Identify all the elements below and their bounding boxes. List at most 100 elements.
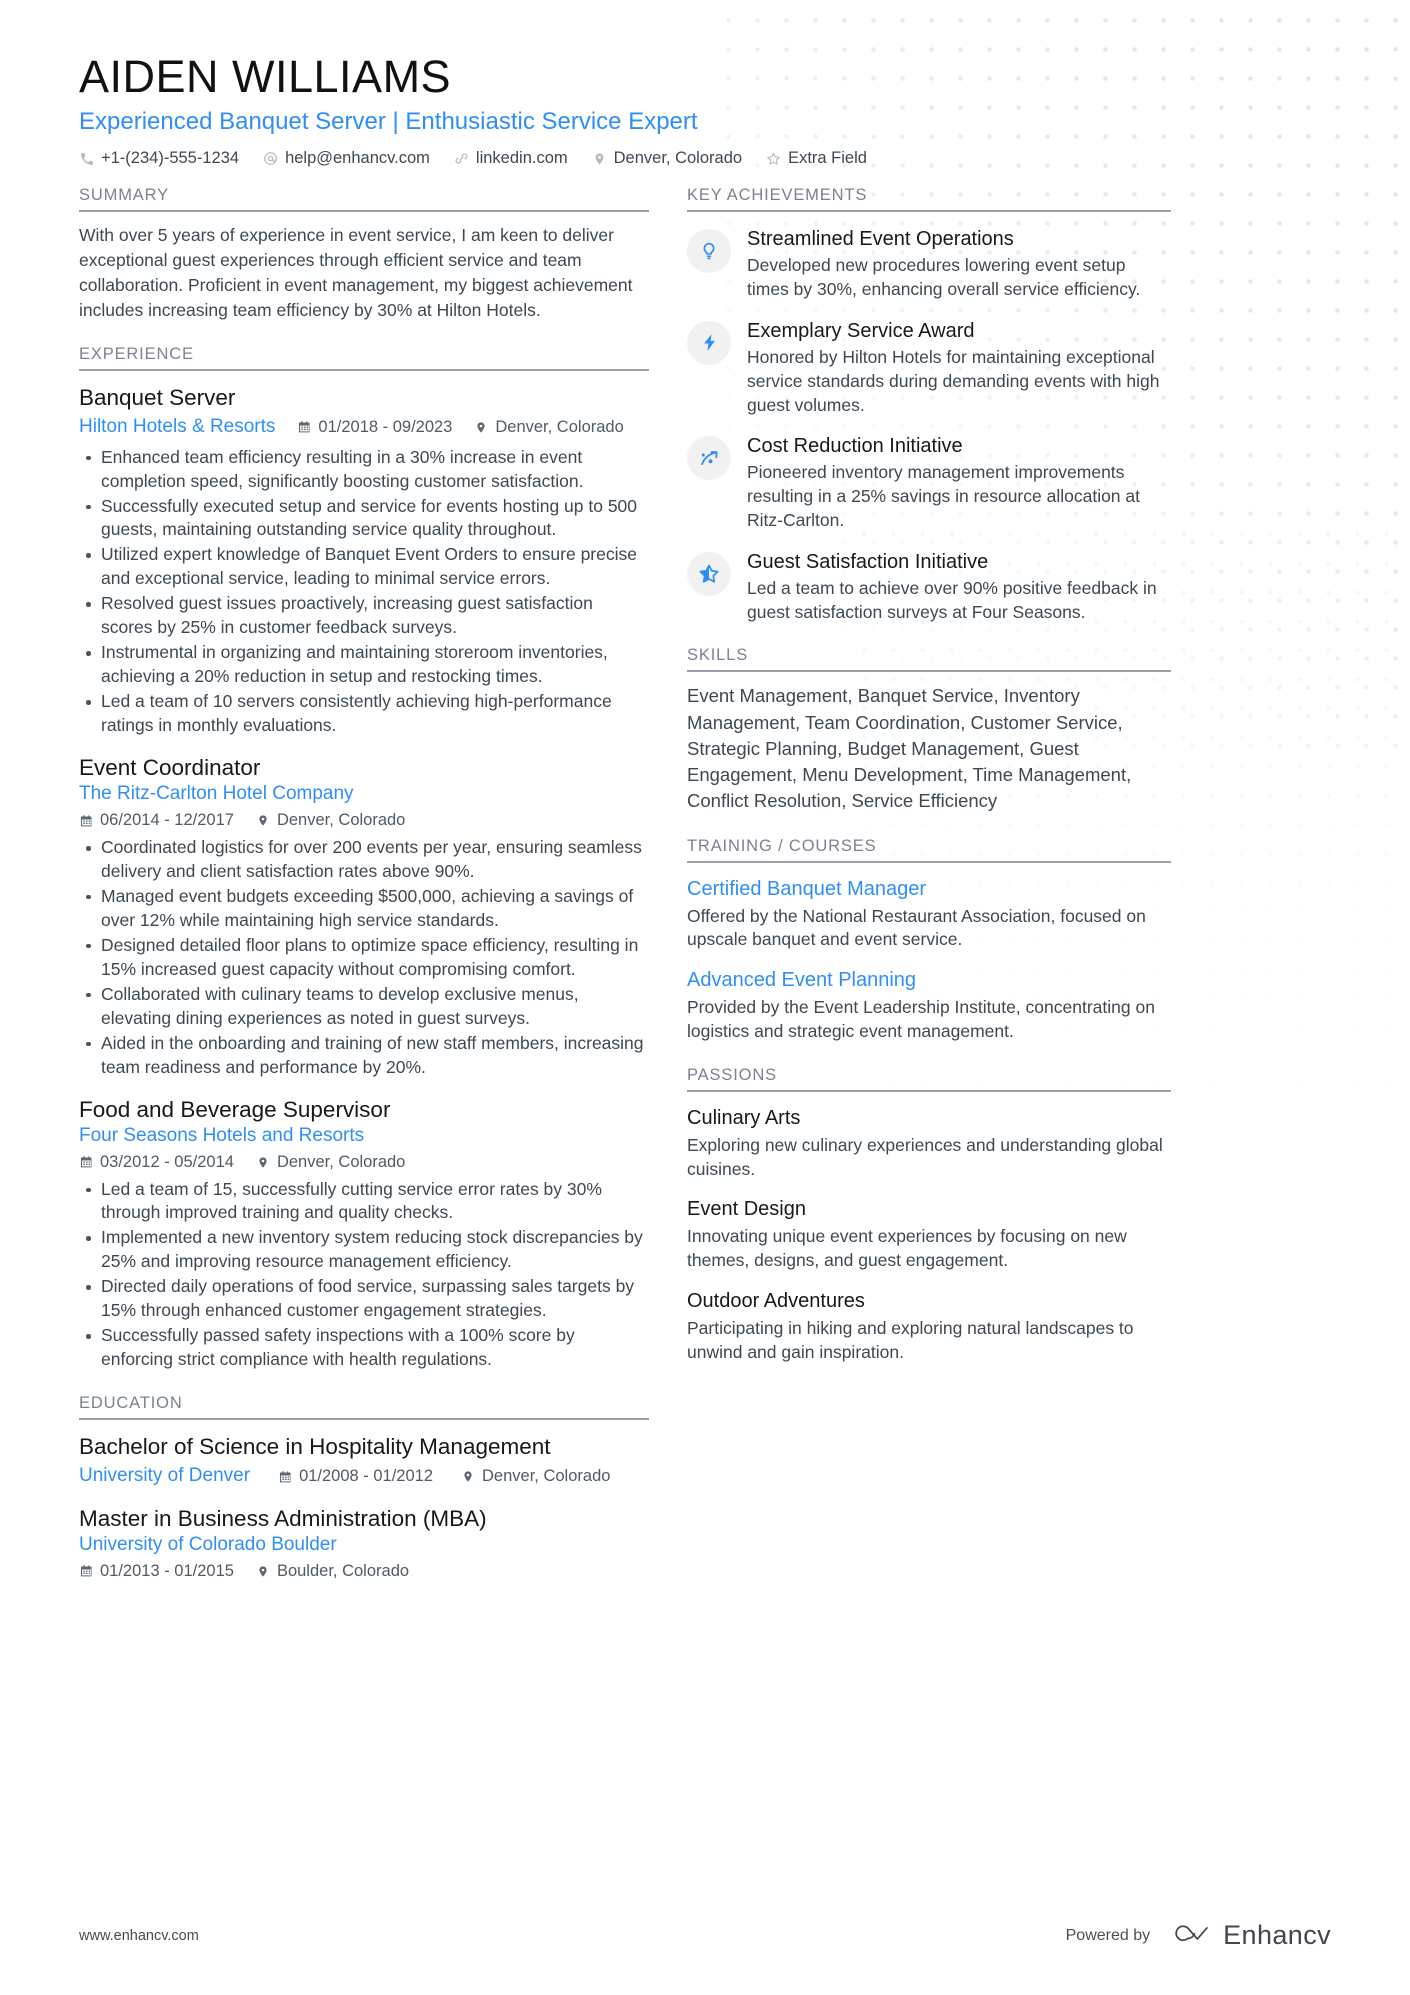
job-title: Banquet Server <box>79 384 236 410</box>
passion-description: Participating in hiking and exploring na… <box>687 1318 1134 1362</box>
achievement-item: Exemplary Service Award Honored by Hilto… <box>687 319 1171 417</box>
achievement-badge <box>687 320 731 365</box>
location-pin-icon <box>256 813 270 828</box>
job-company[interactable]: Hilton Hotels & Resorts <box>79 415 275 440</box>
bullet-item: Successfully executed setup and service … <box>79 495 649 543</box>
degree-dates: 01/2008 - 01/2012 <box>278 1467 433 1486</box>
skills-heading: SKILLS <box>687 646 1171 673</box>
contact-phone[interactable]: +1-(234)-555-1234 <box>79 149 239 168</box>
location-pin-icon <box>474 420 488 435</box>
half-star-icon <box>698 563 720 585</box>
passion-title: Outdoor Adventures <box>687 1290 865 1313</box>
bullet-item: Aided in the onboarding and training of … <box>79 1032 649 1080</box>
contact-location-text: Denver, Colorado <box>613 149 743 168</box>
resume-body: SUMMARY With over 5 years of experience … <box>79 186 1331 1581</box>
achievement-body: Guest Satisfaction Initiative Led a team… <box>747 550 1171 625</box>
passion-item: Event Design Innovating unique event exp… <box>687 1196 1171 1273</box>
bullet-item: Led a team of 10 servers consistently ac… <box>79 690 649 738</box>
education-entry: Bachelor of Science in Hospitality Manag… <box>79 1433 649 1489</box>
trending-arrow-icon <box>699 448 720 469</box>
job-meta: Hilton Hotels & Resorts 01/2018 - 09/202… <box>79 415 649 440</box>
bullet-item: Implemented a new inventory system reduc… <box>79 1226 649 1274</box>
section-summary: SUMMARY With over 5 years of experience … <box>79 186 649 322</box>
training-title[interactable]: Certified Banquet Manager <box>687 876 1171 902</box>
bullet-item: Instrumental in organizing and maintaini… <box>79 641 649 689</box>
enhancv-brand-name: Enhancv <box>1223 1920 1331 1950</box>
lightning-bolt-icon <box>700 332 719 353</box>
achievement-badge <box>687 436 731 481</box>
achievement-item: Cost Reduction Initiative Pioneered inve… <box>687 434 1171 532</box>
passions-body: Culinary Arts Exploring new culinary exp… <box>687 1092 1171 1365</box>
section-education: EDUCATION Bachelor of Science in Hospita… <box>79 1394 649 1581</box>
job-dates-text: 06/2014 - 12/2017 <box>100 811 234 830</box>
resume-footer: www.enhancv.com Powered by Enhancv <box>0 1920 1410 1951</box>
job-location: Denver, Colorado <box>256 811 405 830</box>
calendar-icon <box>278 1469 292 1484</box>
achievement-title: Guest Satisfaction Initiative <box>747 550 989 573</box>
section-experience: EXPERIENCE Banquet Server Hilton Hotels … <box>79 345 649 1373</box>
degree-title: Master in Business Administration (MBA) <box>79 1506 487 1532</box>
footer-branding: Powered by Enhancv <box>1066 1920 1331 1951</box>
bullet-item: Directed daily operations of food servic… <box>79 1275 649 1323</box>
key-achievements-body: Streamlined Event Operations Developed n… <box>687 212 1171 624</box>
degree-location: Denver, Colorado <box>461 1467 610 1486</box>
achievement-body: Cost Reduction Initiative Pioneered inve… <box>747 434 1171 532</box>
job-dates-text: 01/2018 - 09/2023 <box>318 417 453 436</box>
education-heading: EDUCATION <box>79 1394 649 1421</box>
achievement-body: Exemplary Service Award Honored by Hilto… <box>747 319 1171 417</box>
achievement-title: Cost Reduction Initiative <box>747 435 963 458</box>
contact-row: +1-(234)-555-1234 help@enhancv.com linke… <box>79 149 1331 168</box>
job-meta: 03/2012 - 05/2014 Denver, Colorado <box>79 1153 649 1172</box>
location-pin-icon <box>256 1155 270 1170</box>
left-column: SUMMARY With over 5 years of experience … <box>79 186 649 1581</box>
training-description: Offered by the National Restaurant Assoc… <box>687 905 1146 950</box>
job-dates: 01/2018 - 09/2023 <box>297 418 452 437</box>
bullet-item: Led a team of 15, successfully cutting s… <box>79 1178 649 1226</box>
achievement-item: Streamlined Event Operations Developed n… <box>687 227 1171 302</box>
training-item: Certified Banquet Manager Offered by the… <box>687 876 1171 953</box>
right-column: KEY ACHIEVEMENTS Streamlined Event Opera… <box>687 186 1171 1364</box>
degree-meta: University of Denver 01/2008 - 01/2012 D… <box>79 1464 649 1489</box>
job-location: Denver, Colorado <box>474 417 624 437</box>
contact-location: Denver, Colorado <box>592 149 742 168</box>
training-body: Certified Banquet Manager Offered by the… <box>687 863 1171 1044</box>
contact-email[interactable]: help@enhancv.com <box>263 149 430 168</box>
footer-website-url[interactable]: www.enhancv.com <box>79 1928 199 1944</box>
section-passions: PASSIONS Culinary Arts Exploring new cul… <box>687 1066 1171 1365</box>
achievement-title: Streamlined Event Operations <box>747 228 1014 251</box>
job-company[interactable]: Four Seasons Hotels and Resorts <box>79 1124 649 1149</box>
contact-linkedin-text: linkedin.com <box>475 149 568 168</box>
school-name[interactable]: University of Colorado Boulder <box>79 1533 649 1558</box>
achievement-description: Led a team to achieve over 90% positive … <box>747 577 1157 622</box>
passion-description: Innovating unique event experiences by f… <box>687 1226 1127 1271</box>
education-body: Bachelor of Science in Hospitality Manag… <box>79 1420 649 1581</box>
job-title: Food and Beverage Supervisor <box>79 1096 391 1122</box>
job-dates: 06/2014 - 12/2017 <box>79 811 234 830</box>
school-name[interactable]: University of Denver <box>79 1464 250 1489</box>
experience-heading: EXPERIENCE <box>79 345 649 371</box>
bullet-item: Collaborated with culinary teams to deve… <box>79 983 649 1031</box>
passion-title: Culinary Arts <box>687 1106 801 1129</box>
degree-dates-text: 01/2013 - 01/2015 <box>100 1561 234 1580</box>
passion-item: Culinary Arts Exploring new culinary exp… <box>687 1105 1171 1182</box>
bullet-item: Coordinated logistics for over 200 event… <box>79 836 649 884</box>
job-location-text: Denver, Colorado <box>495 417 624 436</box>
experience-body: Banquet Server Hilton Hotels & Resorts 0… <box>79 371 649 1373</box>
degree-dates: 01/2013 - 01/2015 <box>79 1562 234 1581</box>
contact-extra-field-text: Extra Field <box>788 149 867 168</box>
contact-linkedin[interactable]: linkedin.com <box>454 149 568 168</box>
powered-by-label: Powered by <box>1065 1926 1151 1944</box>
job-company[interactable]: The Ritz-Carlton Hotel Company <box>79 782 649 807</box>
lightbulb-icon <box>699 241 719 261</box>
degree-dates-text: 01/2008 - 01/2012 <box>299 1467 434 1486</box>
section-training-courses: TRAINING / COURSES Certified Banquet Man… <box>687 837 1171 1044</box>
achievement-badge <box>687 551 731 596</box>
passion-item: Outdoor Adventures Participating in hiki… <box>687 1288 1171 1365</box>
phone-icon <box>79 151 94 167</box>
degree-meta: 01/2013 - 01/2015 Boulder, Colorado <box>79 1562 649 1581</box>
degree-location: Boulder, Colorado <box>256 1562 409 1581</box>
contact-extra-field: Extra Field <box>766 149 867 168</box>
degree-location-text: Boulder, Colorado <box>276 1561 410 1580</box>
achievement-description: Honored by Hilton Hotels for maintaining… <box>747 346 1160 415</box>
training-title[interactable]: Advanced Event Planning <box>687 967 1171 993</box>
